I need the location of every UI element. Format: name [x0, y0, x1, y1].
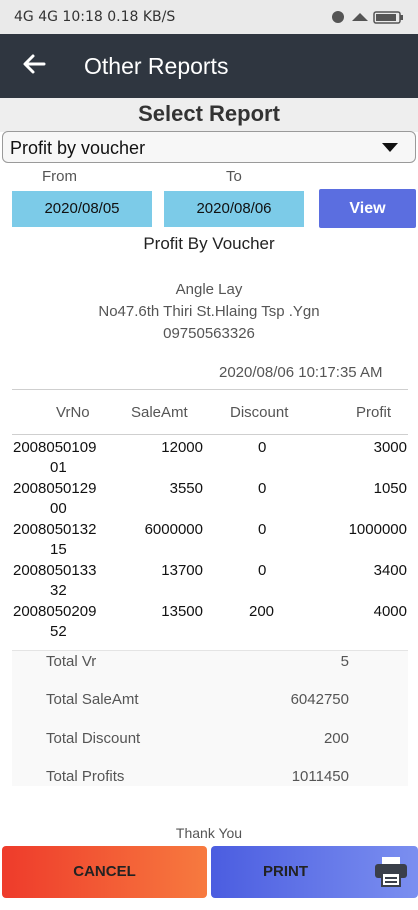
profit: 4000 — [373, 603, 407, 620]
sale-amt: 6000000 — [144, 521, 203, 538]
table-row: 2008050132 15 6000000 0 1000000 — [0, 520, 418, 561]
totals-panel — [12, 650, 408, 786]
chevron-down-icon[interactable] — [382, 143, 398, 152]
sale-amt: 3550 — [169, 480, 203, 497]
status-time: 4G 4G 10:18 0.18 KB/S — [14, 9, 176, 25]
status-icons — [330, 9, 406, 29]
printer-icon — [373, 856, 409, 888]
vr-no-suffix: 00 — [50, 500, 67, 517]
total-discount-value: 200 — [323, 730, 349, 747]
report-title: Profit By Voucher — [143, 234, 275, 253]
back-arrow-icon[interactable] — [20, 50, 50, 80]
discount: 200 — [249, 603, 275, 620]
shop-phone: 09750563326 — [163, 325, 255, 342]
table-row: 2008050109 01 12000 0 3000 — [0, 438, 418, 479]
vr-no: 2008050133 — [13, 562, 97, 579]
profit: 3400 — [373, 562, 407, 579]
print-button-label: PRINT — [263, 863, 308, 880]
shop-name: Angle Lay — [175, 281, 243, 298]
profit: 1050 — [373, 480, 407, 497]
total-vr-value: 5 — [340, 653, 349, 670]
vr-no-suffix: 32 — [50, 582, 67, 599]
vr-no: 2008050129 — [13, 480, 97, 497]
to-label: To — [226, 168, 242, 185]
status-bar: 4G 4G 10:18 0.18 KB/S — [0, 0, 418, 34]
cancel-button[interactable]: CANCEL — [2, 846, 207, 898]
table-row: 2008050209 52 13500 200 4000 — [0, 602, 418, 643]
vr-no-suffix: 15 — [50, 541, 67, 558]
discount: 0 — [258, 480, 267, 497]
total-profits-value: 1011450 — [291, 768, 349, 785]
column-header-saleamt: SaleAmt — [131, 404, 188, 421]
sale-amt: 13500 — [161, 603, 203, 620]
report-type-value[interactable]: Profit by voucher — [10, 138, 145, 159]
from-date-field[interactable]: 2020/08/05 — [12, 191, 152, 227]
total-saleamt-value: 6042750 — [290, 691, 349, 708]
select-report-heading: Select Report — [138, 101, 280, 126]
profit: 1000000 — [348, 521, 407, 538]
table-row: 2008050133 32 13700 0 3400 — [0, 561, 418, 602]
view-button[interactable]: View — [319, 189, 416, 228]
to-date-field[interactable]: 2020/08/06 — [164, 191, 304, 227]
vr-no: 2008050209 — [13, 603, 97, 620]
profit: 3000 — [373, 439, 407, 456]
vr-no: 2008050132 — [13, 521, 97, 538]
divider — [12, 389, 408, 390]
table-row: 2008050129 00 3550 0 1050 — [0, 479, 418, 520]
column-header-profit: Profit — [356, 404, 392, 421]
discount: 0 — [258, 521, 267, 538]
from-label: From — [42, 168, 77, 185]
vr-no-suffix: 01 — [50, 459, 67, 476]
battery-wifi-icon — [332, 11, 403, 24]
shop-address: No47.6th Thiri St.Hlaing Tsp .Ygn — [98, 303, 320, 320]
discount: 0 — [258, 562, 267, 579]
vr-no: 2008050109 — [13, 439, 97, 456]
report-datetime: 2020/08/06 10:17:35 AM — [219, 364, 383, 381]
thank-you-footer: Thank You — [175, 825, 243, 841]
sale-amt: 13700 — [161, 562, 203, 579]
print-button[interactable]: PRINT — [211, 846, 418, 898]
page-title: Other Reports — [84, 53, 229, 79]
column-header-vrno: VrNo — [56, 404, 90, 421]
sale-amt: 12000 — [161, 439, 203, 456]
vr-no-suffix: 52 — [50, 623, 67, 640]
column-header-discount: Discount — [230, 404, 289, 421]
divider — [12, 434, 408, 435]
discount: 0 — [258, 439, 267, 456]
